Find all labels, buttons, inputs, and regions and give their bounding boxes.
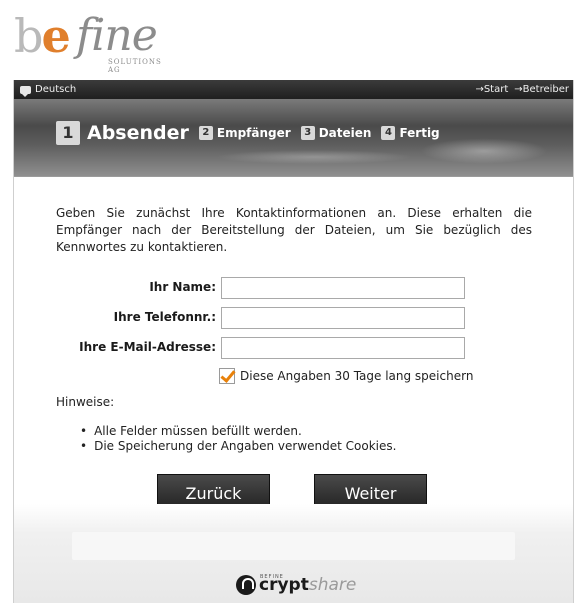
- logo-word: fine: [76, 10, 158, 61]
- language-selector[interactable]: Deutsch: [20, 80, 76, 99]
- footer: BEFINE cryptshare: [14, 504, 573, 603]
- link-start[interactable]: →Start: [475, 80, 508, 99]
- top-links: →Start →Betreiber: [475, 80, 569, 99]
- hint-item: Die Speicherung der Angaben verwendet Co…: [80, 439, 396, 454]
- email-label: Ihre E-Mail-Adresse:: [79, 340, 216, 354]
- name-row: Ihr Name:: [14, 277, 573, 301]
- logo-subtitle: SOLUTIONS AG: [108, 58, 162, 74]
- phone-label: Ihre Telefonnr.:: [113, 310, 216, 324]
- cryptshare-logo: BEFINE cryptshare: [236, 574, 356, 595]
- email-row: Ihre E-Mail-Adresse:: [14, 337, 573, 361]
- hints-list: Alle Felder müssen befüllt werden. Die S…: [80, 424, 396, 454]
- logo-letter-b: b: [14, 9, 43, 63]
- logo-mark: be: [14, 8, 71, 64]
- logo-letter-e: e: [41, 9, 70, 63]
- brand-small-text: BEFINE: [260, 574, 284, 580]
- phone-row: Ihre Telefonnr.:: [14, 307, 573, 331]
- hint-item: Alle Felder müssen befüllt werden.: [80, 424, 396, 439]
- step-number: 1: [56, 121, 80, 145]
- step-indicator: 1 Absender 2 Empfänger 3 Dateien 4 Ferti…: [56, 121, 450, 145]
- name-label: Ihr Name:: [149, 280, 216, 294]
- step-number: 3: [300, 126, 315, 140]
- step-absender: 1 Absender: [56, 121, 189, 145]
- brand-share: share: [308, 575, 357, 595]
- email-input[interactable]: [221, 337, 465, 359]
- remember-checkbox[interactable]: [219, 368, 235, 384]
- cryptshare-icon: [236, 575, 256, 595]
- step-dateien: 3 Dateien: [300, 126, 372, 140]
- step-fertig: 4 Fertig: [381, 126, 440, 140]
- step-label: Absender: [87, 122, 189, 144]
- speech-bubble-icon: [20, 85, 31, 97]
- phone-input[interactable]: [221, 307, 465, 329]
- top-bar: Deutsch →Start →Betreiber: [14, 80, 573, 99]
- intro-text: Geben Sie zunächst Ihre Kontaktinformati…: [56, 206, 532, 254]
- hints-title: Hinweise:: [56, 395, 115, 409]
- name-input[interactable]: [221, 277, 465, 299]
- remember-label: Diese Angaben 30 Tage lang speichern: [240, 369, 474, 383]
- cryptshare-wordmark: BEFINE cryptshare: [259, 574, 356, 594]
- language-label: Deutsch: [35, 84, 77, 95]
- step-empfaenger: 2 Empfänger: [198, 126, 291, 140]
- link-betreiber[interactable]: →Betreiber: [514, 80, 569, 99]
- step-label: Dateien: [318, 126, 372, 140]
- steps-banner: 1 Absender 2 Empfänger 3 Dateien 4 Ferti…: [14, 99, 573, 177]
- app-frame: Deutsch →Start →Betreiber 1 Absender 2 E…: [13, 80, 574, 603]
- footer-strip: [72, 532, 515, 560]
- step-number: 4: [381, 126, 396, 140]
- step-label: Fertig: [399, 126, 440, 140]
- company-logo: be fine SOLUTIONS AG: [14, 8, 174, 74]
- step-label: Empfänger: [216, 126, 291, 140]
- remember-option[interactable]: Diese Angaben 30 Tage lang speichern: [219, 368, 473, 384]
- step-number: 2: [198, 126, 213, 140]
